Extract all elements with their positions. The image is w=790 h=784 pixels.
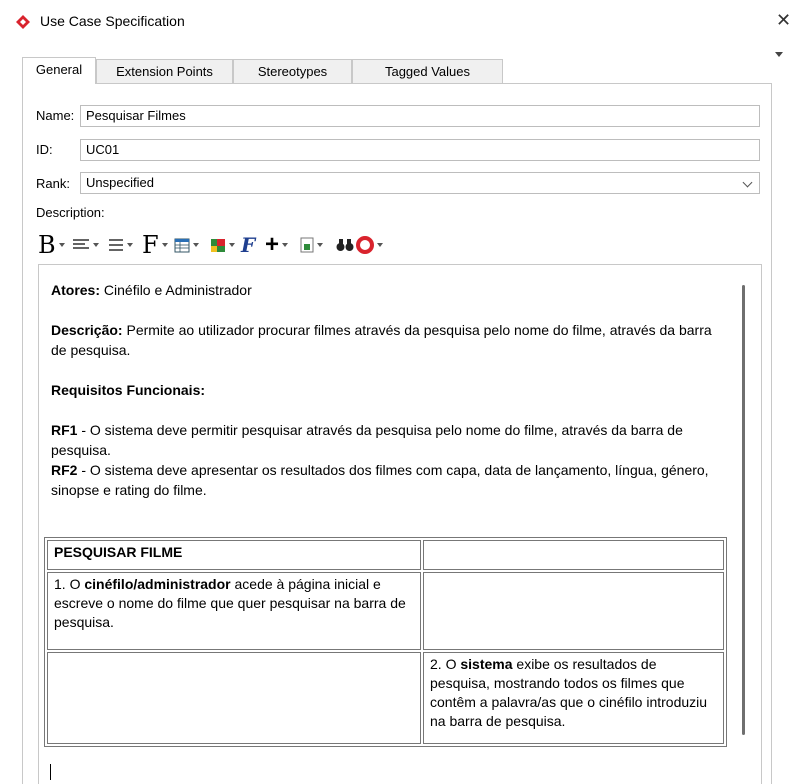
id-label: ID:: [36, 142, 53, 157]
color-icon[interactable]: [210, 233, 235, 257]
font-icon[interactable]: F: [142, 231, 168, 259]
tab-extension-points[interactable]: Extension Points: [96, 59, 233, 83]
row2-pre: 2. O: [430, 656, 461, 672]
rank-select[interactable]: Unspecified: [80, 172, 760, 194]
table-icon[interactable]: [174, 233, 199, 257]
editor-scrollbar[interactable]: [742, 285, 745, 735]
desc-text: Permite ao utilizador procurar filmes at…: [51, 322, 712, 358]
table-cell: [47, 652, 421, 744]
spellcheck-icon[interactable]: [356, 233, 383, 257]
rank-label: Rank:: [36, 176, 70, 191]
desc-label: Descrição:: [51, 322, 123, 338]
description-content: Atores: Cinéfilo e Administrador Descriç…: [51, 280, 731, 500]
chevron-down-icon[interactable]: [742, 177, 753, 188]
flow-table: PESQUISAR FILME 1. O cinéfilo/administra…: [44, 537, 727, 747]
description-label: Description:: [36, 205, 105, 220]
close-icon[interactable]: ✕: [776, 10, 790, 31]
table-row: 1. O cinéfilo/administrador acede à pági…: [47, 572, 724, 650]
table-header: PESQUISAR FILME: [54, 544, 183, 560]
table-row: PESQUISAR FILME: [47, 540, 724, 570]
rf2-label: RF2: [51, 462, 78, 478]
table-header-cell: PESQUISAR FILME: [47, 540, 421, 570]
document-icon[interactable]: [300, 233, 323, 257]
table-row: 2. O sistema exibe os resultados de pesq…: [47, 652, 724, 744]
rf1-text: - O sistema deve permitir pesquisar atra…: [51, 422, 683, 458]
tab-stereotypes[interactable]: Stereotypes: [233, 59, 352, 83]
id-field[interactable]: UC01: [80, 139, 760, 161]
find-icon[interactable]: [336, 233, 354, 257]
align-icon[interactable]: [72, 233, 99, 257]
row2-bold: sistema: [460, 656, 513, 672]
row1-pre: 1. O: [54, 576, 85, 592]
app-logo-icon: [16, 15, 30, 29]
table-cell: [423, 572, 724, 650]
rf2-text: - O sistema deve apresentar os resultado…: [51, 462, 709, 498]
title-bar: Use Case Specification ✕: [0, 0, 790, 42]
requirements-heading: Requisitos Funcionais:: [51, 382, 206, 398]
table-cell: 2. O sistema exibe os resultados de pesq…: [423, 652, 724, 744]
text-caret: [50, 764, 51, 780]
actors-label: Atores:: [51, 282, 101, 298]
name-field[interactable]: Pesquisar Filmes: [80, 105, 760, 127]
table-cell: [423, 540, 724, 570]
table-cell: 1. O cinéfilo/administrador acede à pági…: [47, 572, 421, 650]
rf1-label: RF1: [51, 422, 78, 438]
formula-icon[interactable]: F: [241, 233, 255, 257]
description-line: Descrição: Permite ao utilizador procura…: [51, 320, 731, 360]
row1-bold: cinéfilo/administrador: [84, 576, 231, 592]
insert-icon[interactable]: +: [265, 231, 289, 258]
tab-general[interactable]: General: [22, 57, 96, 84]
actors-text: Cinéfilo e Administrador: [100, 282, 252, 298]
scroll-down-icon[interactable]: [775, 52, 783, 57]
list-icon[interactable]: [106, 233, 133, 257]
actors-line: Atores: Cinéfilo e Administrador: [51, 280, 731, 300]
tab-tagged-values[interactable]: Tagged Values: [352, 59, 503, 83]
rf2-line: RF2 - O sistema deve apresentar os resul…: [51, 460, 731, 500]
name-label: Name:: [36, 108, 75, 123]
window-title: Use Case Specification: [40, 13, 185, 29]
rf1-line: RF1 - O sistema deve permitir pesquisar …: [51, 420, 731, 460]
rank-value: Unspecified: [86, 175, 154, 190]
bold-font-icon[interactable]: B: [38, 231, 65, 259]
